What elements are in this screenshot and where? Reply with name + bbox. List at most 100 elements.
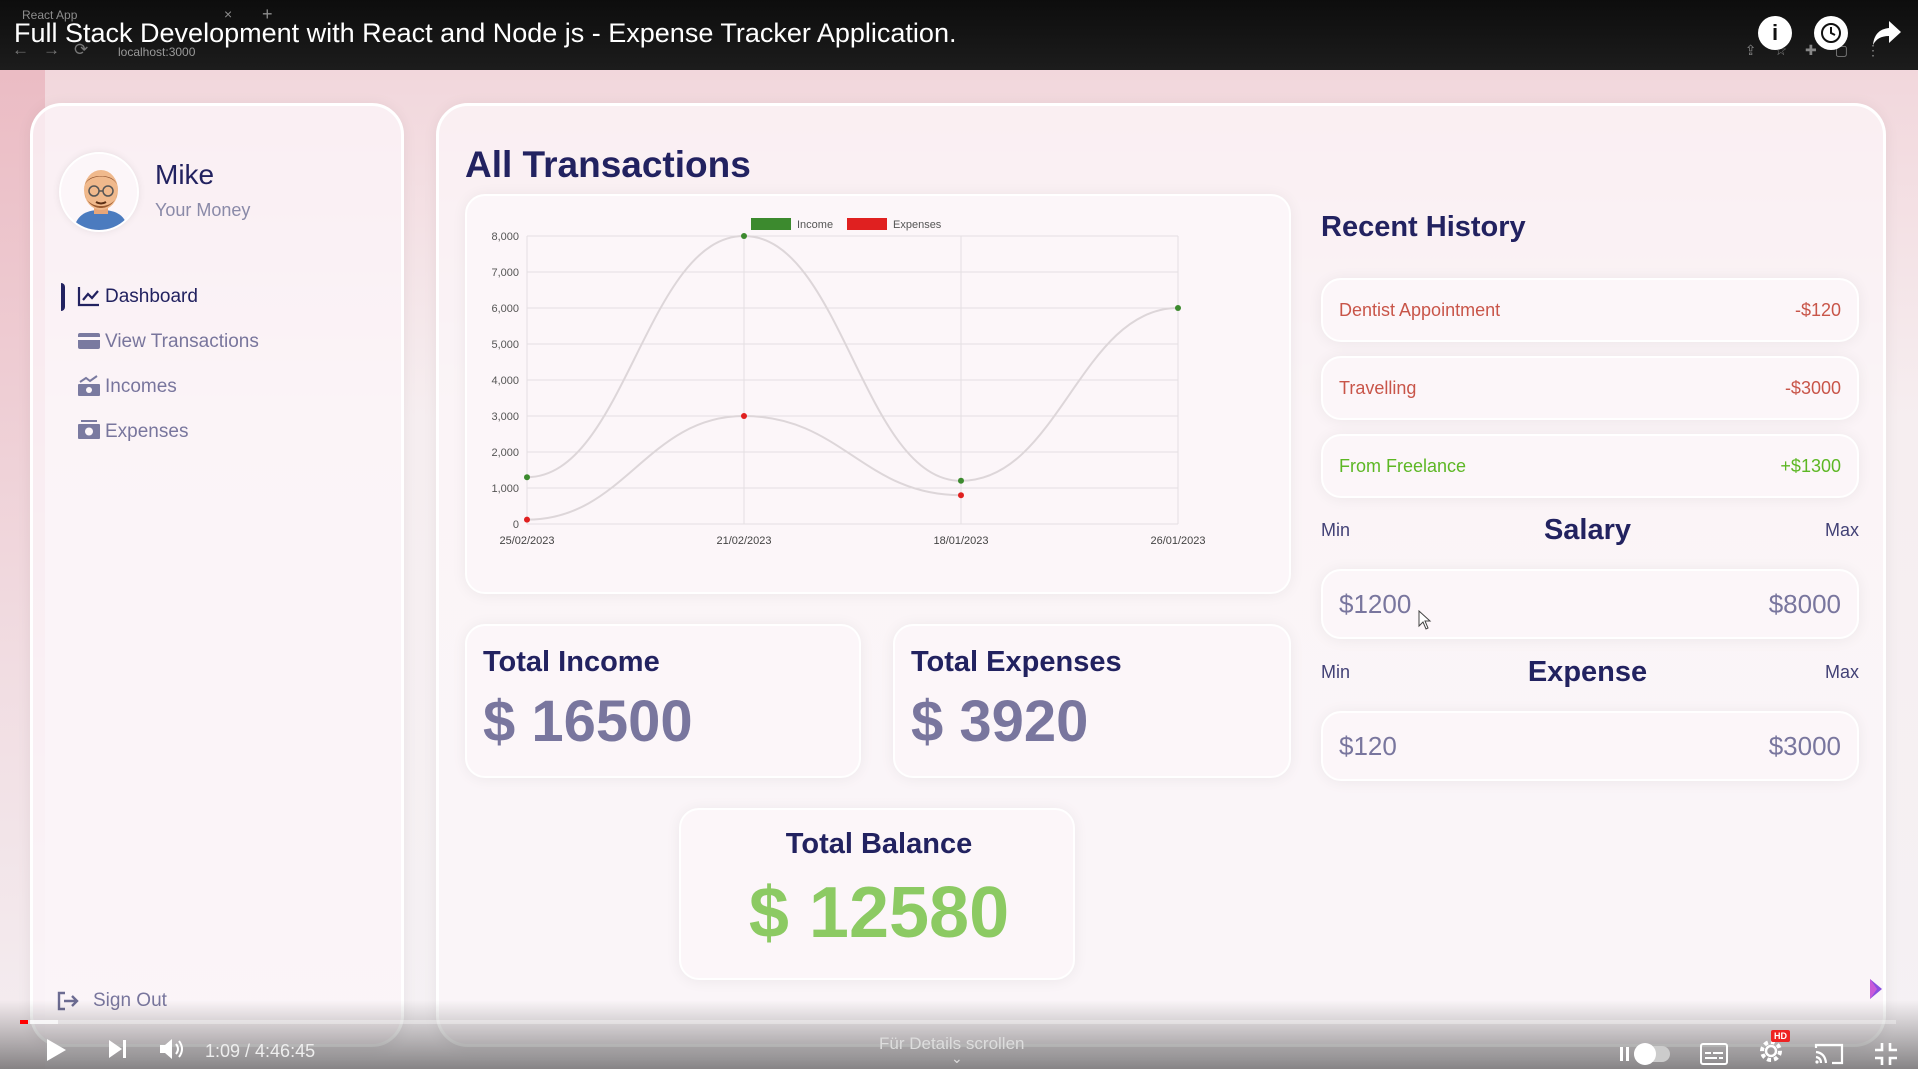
history-item-title: From Freelance <box>1339 455 1467 476</box>
money-bill-trend-icon <box>78 375 100 396</box>
video-progress-bar[interactable] <box>20 1020 1896 1024</box>
x-tick-label: 18/01/2023 <box>933 535 988 547</box>
info-icon[interactable]: i <box>1758 16 1792 50</box>
sidebar-item-expenses[interactable]: Expenses <box>61 409 381 454</box>
series-line-income <box>526 234 1179 482</box>
total-expenses-value: $ 3920 <box>911 689 1089 754</box>
y-tick-label: 1,000 <box>491 483 519 495</box>
user-name: Mike <box>155 159 215 190</box>
exit-fullscreen-icon[interactable] <box>1874 1042 1898 1066</box>
legend-swatch <box>751 218 791 230</box>
data-point-income <box>958 477 964 484</box>
user-subtitle: Your Money <box>155 200 251 220</box>
chevron-down-icon[interactable]: ⌄ <box>951 1050 963 1067</box>
total-expenses-label: Total Expenses <box>911 646 1122 678</box>
salary-range-title: Salary <box>1543 514 1632 546</box>
sidebar-item-label: Dashboard <box>105 285 198 307</box>
watch-later-clock-icon[interactable] <box>1814 16 1848 50</box>
mouse-cursor-icon <box>1418 610 1432 630</box>
hd-badge: HD <box>1771 1030 1790 1042</box>
pause-icon <box>1620 1046 1629 1061</box>
y-tick-label: 7,000 <box>491 267 519 279</box>
history-item-title: Travelling <box>1339 377 1417 398</box>
history-item-amount: +$1300 <box>1780 455 1841 476</box>
y-tick-label: 8,000 <box>491 231 519 243</box>
channel-watermark-icon <box>1870 979 1882 999</box>
total-income-label: Total Income <box>483 646 660 678</box>
history-item[interactable]: Travelling -$3000 <box>1321 356 1859 420</box>
recent-history-title: Recent History <box>1321 211 1526 243</box>
y-tick-label: 6,000 <box>491 303 519 315</box>
expense-range-header: Min Expense Max <box>1321 656 1859 689</box>
video-title[interactable]: Full Stack Development with React and No… <box>14 18 956 49</box>
sidebar-item-label: Incomes <box>105 375 177 397</box>
data-point-income <box>524 474 530 481</box>
salary-max-value: $8000 <box>1768 588 1841 619</box>
legend-label: Expenses <box>893 219 942 231</box>
sidebar-item-view-transactions[interactable]: View Transactions <box>61 319 381 364</box>
expense-min-value: $120 <box>1339 730 1397 761</box>
data-point-expenses <box>958 492 964 499</box>
total-income-card: Total Income $ 16500 <box>465 624 861 778</box>
salary-max-label: Max <box>1824 520 1859 540</box>
y-tick-label: 3,000 <box>491 411 519 423</box>
sidebar-item-label: Expenses <box>105 420 189 442</box>
video-top-overlay: React App × + ←→⟳ localhost:3000 Full St… <box>0 0 1918 70</box>
total-balance-card: Total Balance $ 12580 <box>679 808 1075 980</box>
share-icon[interactable] <box>1870 16 1904 50</box>
x-tick-label: 26/01/2023 <box>1150 535 1205 547</box>
legend-swatch <box>847 218 887 230</box>
expense-range-title: Expense <box>1527 656 1648 688</box>
sidebar-item-dashboard[interactable]: Dashboard <box>61 274 381 319</box>
salary-min-value: $1200 <box>1339 588 1412 619</box>
salary-range-box: $1200 $8000 <box>1321 569 1859 639</box>
expense-max-label: Max <box>1824 662 1859 682</box>
data-point-income <box>1175 305 1181 311</box>
transactions-line-chart: 0 1,000 2,000 3,000 4,000 5,000 6,000 7,000 8,00… <box>491 218 1206 547</box>
play-icon[interactable] <box>44 1037 68 1069</box>
transactions-chart-card: 0 1,000 2,000 3,000 4,000 5,000 6,000 7,000 8,00… <box>465 194 1291 594</box>
video-progress-fill <box>20 1020 28 1024</box>
video-time: 1:09 / 4:46:45 <box>205 1041 316 1061</box>
salary-min-label: Min <box>1321 520 1351 540</box>
subtitles-icon[interactable] <box>1700 1042 1728 1065</box>
total-balance-label: Total Balance <box>785 828 973 860</box>
total-income-value: $ 16500 <box>483 689 693 754</box>
line-chart-icon <box>77 287 99 307</box>
expense-min-label: Min <box>1321 662 1351 682</box>
next-video-icon[interactable] <box>106 1037 130 1068</box>
y-tick-label: 5,000 <box>491 339 519 351</box>
credit-card-icon <box>78 333 100 349</box>
avatar[interactable] <box>59 152 139 232</box>
main-panel: All Transactions 0 1,000 2,000 3,000 4,000 5,… <box>436 103 1886 1047</box>
history-item-amount: -$120 <box>1794 299 1841 320</box>
history-item[interactable]: From Freelance +$1300 <box>1321 434 1859 498</box>
money-bill-icon <box>78 420 100 439</box>
autoplay-switch[interactable] <box>1634 1042 1670 1065</box>
history-item-amount: -$3000 <box>1784 377 1841 398</box>
total-balance-value: $ 12580 <box>748 873 1010 953</box>
sidebar-item-incomes[interactable]: Incomes <box>61 364 381 409</box>
y-tick-label: 2,000 <box>491 447 519 459</box>
expense-range-box: $120 $3000 <box>1321 711 1859 781</box>
sidebar-menu: Dashboard View Transactions Incomes Expe… <box>61 274 381 454</box>
salary-range-header: Min Salary Max <box>1321 514 1859 547</box>
settings-button[interactable]: HD <box>1758 1030 1790 1069</box>
history-item[interactable]: Dentist Appointment -$120 <box>1321 278 1859 342</box>
data-point-expenses <box>524 516 530 523</box>
legend-label: Income <box>797 219 833 231</box>
volume-icon[interactable] <box>158 1037 186 1068</box>
total-expenses-card: Total Expenses $ 3920 <box>893 624 1291 778</box>
sidebar: Mike Your Money Dashboard View Transacti… <box>30 103 404 1047</box>
data-point-expenses <box>741 413 747 419</box>
page-title: All Transactions <box>465 144 751 185</box>
cast-icon[interactable] <box>1814 1042 1844 1066</box>
sidebar-item-label: View Transactions <box>105 330 259 352</box>
autoplay-toggle[interactable] <box>1620 1042 1670 1065</box>
history-item-title: Dentist Appointment <box>1339 299 1501 320</box>
x-tick-label: 25/02/2023 <box>499 535 554 547</box>
y-tick-label: 0 <box>513 519 519 531</box>
video-buffer-bar <box>30 1020 58 1024</box>
expense-max-value: $3000 <box>1768 730 1841 761</box>
y-tick-label: 4,000 <box>491 375 519 387</box>
